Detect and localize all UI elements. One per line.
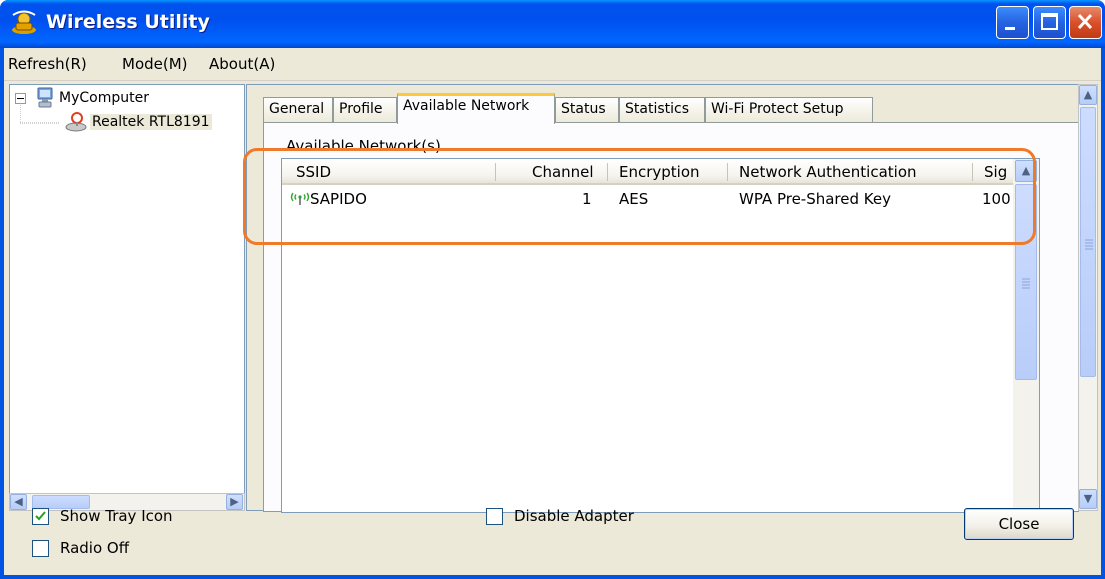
- col-separator[interactable]: [972, 163, 973, 181]
- close-button[interactable]: Close: [964, 508, 1074, 540]
- cell-signal: 100: [982, 190, 1010, 208]
- menu-about[interactable]: About(A): [209, 55, 275, 73]
- scroll-up-icon[interactable]: ▲: [1015, 160, 1037, 182]
- col-separator[interactable]: [495, 163, 496, 181]
- close-window-button[interactable]: [1069, 6, 1102, 39]
- window-title: Wireless Utility: [46, 11, 210, 33]
- main-panel: General Profile Available Network Status…: [246, 84, 1079, 513]
- panel-vertical-scrollbar[interactable]: ▲ ▼: [1078, 84, 1098, 511]
- menu-mode[interactable]: Mode(M): [122, 55, 188, 73]
- col-ssid[interactable]: SSID: [296, 163, 331, 181]
- col-signal[interactable]: Sig: [984, 163, 1012, 181]
- tree-item-mycomputer[interactable]: MyComputer: [59, 90, 149, 106]
- client-area: Refresh(R) Mode(M) About(A) MyComputer R…: [4, 48, 1101, 575]
- col-separator[interactable]: [607, 163, 608, 181]
- menu-refresh[interactable]: Refresh(R): [8, 55, 87, 73]
- radio-off-checkbox[interactable]: [32, 540, 49, 557]
- table-row[interactable]: SAPIDO 1 AES WPA Pre-Shared Key 100: [282, 187, 1013, 211]
- available-networks-list[interactable]: SSID Channel Encryption Network Authenti…: [281, 158, 1040, 513]
- wireless-utility-icon: [10, 10, 38, 36]
- col-separator[interactable]: [727, 163, 728, 181]
- scroll-down-icon[interactable]: ▼: [1079, 489, 1097, 509]
- cell-channel: 1: [582, 190, 592, 208]
- scroll-left-icon[interactable]: ◀: [10, 494, 27, 510]
- tab-general[interactable]: General: [263, 97, 333, 123]
- cell-encryption: AES: [619, 190, 649, 208]
- available-networks-label: Available Network(s): [284, 137, 443, 155]
- adapter-tree: MyComputer Realtek RTL8191: [9, 84, 245, 494]
- tree-connector: [20, 103, 60, 124]
- title-bar[interactable]: Wireless Utility: [0, 0, 1105, 48]
- disable-adapter-label: Disable Adapter: [514, 507, 634, 525]
- menu-bar: Refresh(R) Mode(M) About(A): [4, 48, 1101, 81]
- cell-network-authentication: WPA Pre-Shared Key: [739, 190, 891, 208]
- disable-adapter-checkbox[interactable]: [486, 508, 503, 525]
- tab-statistics[interactable]: Statistics: [619, 97, 705, 123]
- tab-wifi-protect-setup[interactable]: Wi-Fi Protect Setup: [705, 97, 873, 123]
- list-scroll-thumb[interactable]: [1015, 184, 1037, 380]
- network-adapter-icon: [64, 111, 88, 137]
- tree-item-adapter[interactable]: Realtek RTL8191: [90, 114, 212, 130]
- available-network-page: Available Network(s) SSID Channel Encryp…: [263, 122, 1079, 513]
- tab-profile[interactable]: Profile: [333, 97, 397, 123]
- radio-off-label: Radio Off: [60, 539, 130, 557]
- maximize-button[interactable]: [1033, 6, 1066, 39]
- signal-strength-icon: [290, 190, 310, 209]
- list-vertical-scrollbar[interactable]: ▲: [1013, 159, 1039, 512]
- cell-ssid: SAPIDO: [310, 190, 367, 208]
- list-header: SSID Channel Encryption Network Authenti…: [282, 159, 1013, 185]
- panel-scroll-thumb[interactable]: [1080, 107, 1096, 377]
- tab-status[interactable]: Status: [555, 97, 619, 123]
- wireless-utility-window: Wireless Utility Refresh(R) Mode(M) Abou…: [0, 0, 1105, 579]
- show-tray-icon-checkbox[interactable]: [32, 508, 49, 525]
- col-network-authentication[interactable]: Network Authentication: [739, 163, 917, 181]
- col-channel[interactable]: Channel: [532, 163, 594, 181]
- show-tray-icon-label: Show Tray Icon: [60, 507, 173, 525]
- scroll-up-icon[interactable]: ▲: [1079, 85, 1097, 105]
- tab-available-network[interactable]: Available Network: [397, 93, 555, 124]
- scroll-right-icon[interactable]: ▶: [226, 494, 243, 510]
- minimize-button[interactable]: [996, 6, 1029, 39]
- col-encryption[interactable]: Encryption: [619, 163, 700, 181]
